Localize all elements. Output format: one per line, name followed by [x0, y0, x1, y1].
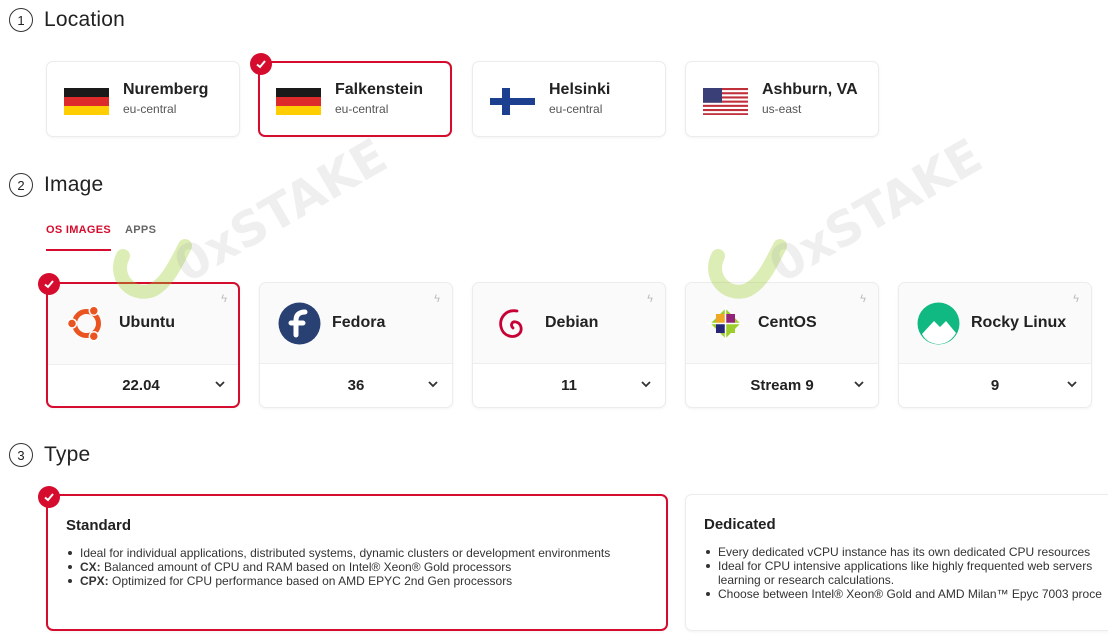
section-title: Image: [44, 173, 104, 196]
feature-item: Choose between Intel® Xeon® Gold and AMD…: [704, 587, 1102, 601]
image-card-centos[interactable]: CentOS ϟ Stream 9: [685, 282, 879, 408]
type-title: Standard: [66, 517, 132, 534]
bolt-icon: ϟ: [1073, 293, 1079, 305]
selected-check-icon: [38, 486, 60, 508]
section-location-header: 1 Location: [9, 8, 125, 32]
feature-item: Ideal for individual applications, distr…: [66, 546, 610, 560]
image-name: CentOS: [758, 314, 817, 331]
image-card-debian[interactable]: Debian ϟ 11: [472, 282, 666, 408]
feature-list: Every dedicated vCPU instance has its ow…: [704, 545, 1102, 601]
location-name: Nuremberg: [123, 81, 209, 98]
section-title: Location: [44, 8, 125, 31]
location-zone: eu-central: [549, 102, 603, 116]
location-name: Ashburn, VA: [762, 81, 858, 98]
location-card-falkenstein[interactable]: Falkenstein eu-central: [258, 61, 452, 137]
location-zone: us-east: [762, 102, 802, 116]
rocky-linux-logo-icon: [917, 302, 960, 345]
feature-item: Ideal for CPU intensive applications lik…: [704, 559, 1102, 573]
chevron-down-icon[interactable]: [1067, 381, 1077, 388]
location-card-nuremberg[interactable]: Nuremberg eu-central: [46, 61, 240, 137]
ubuntu-logo-icon: [66, 305, 101, 342]
tab-apps[interactable]: APPS: [125, 224, 156, 251]
location-name: Helsinki: [549, 81, 611, 98]
image-name: Debian: [545, 314, 599, 331]
fedora-logo-icon: [278, 302, 321, 345]
type-card-standard[interactable]: Standard Ideal for individual applicatio…: [46, 494, 668, 631]
type-card-dedicated[interactable]: Dedicated Every dedicated vCPU instance …: [685, 494, 1108, 631]
version-select[interactable]: 9: [899, 377, 1091, 394]
feature-list: Ideal for individual applications, distr…: [66, 546, 610, 588]
step-number: 2: [9, 173, 33, 197]
watermark-text: 0xSTAKE: [760, 127, 992, 294]
bolt-icon: ϟ: [221, 293, 227, 305]
feature-item-continued: learning or research calculations.: [718, 573, 895, 587]
image-card-rocky-linux[interactable]: Rocky Linux ϟ 9: [898, 282, 1092, 408]
selected-check-icon: [250, 53, 272, 75]
version-select[interactable]: 36: [260, 377, 452, 394]
bolt-icon: ϟ: [434, 293, 440, 305]
type-title: Dedicated: [704, 516, 776, 533]
image-name: Rocky Linux: [971, 314, 1067, 331]
tab-os-images[interactable]: OS IMAGES: [46, 224, 112, 251]
image-tabs: OS IMAGES APPS: [46, 224, 156, 251]
location-card-helsinki[interactable]: Helsinki eu-central: [472, 61, 666, 137]
location-zone: eu-central: [123, 102, 177, 116]
chevron-down-icon[interactable]: [215, 381, 225, 388]
watermark-text: 0xSTAKE: [165, 127, 397, 294]
bolt-icon: ϟ: [860, 293, 866, 305]
step-number: 3: [9, 443, 33, 467]
version-select[interactable]: Stream 9: [686, 377, 878, 394]
debian-logo-icon: [499, 309, 523, 338]
image-card-ubuntu[interactable]: Ubuntu ϟ 22.04: [46, 282, 240, 408]
chevron-down-icon[interactable]: [641, 381, 651, 388]
location-name: Falkenstein: [335, 81, 424, 98]
selected-check-icon: [38, 273, 60, 295]
feature-item: CX: Balanced amount of CPU and RAM based…: [66, 560, 610, 574]
location-zone: eu-central: [335, 102, 389, 116]
version-select[interactable]: 11: [473, 377, 665, 394]
chevron-down-icon[interactable]: [854, 381, 864, 388]
feature-item: CPX: Optimized for CPU performance based…: [66, 574, 610, 588]
centos-logo-icon: [707, 305, 744, 342]
us-flag-icon: [703, 88, 748, 115]
image-card-fedora[interactable]: Fedora ϟ 36: [259, 282, 453, 408]
image-name: Fedora: [332, 314, 386, 331]
bolt-icon: ϟ: [647, 293, 653, 305]
location-card-ashburn[interactable]: Ashburn, VA us-east: [685, 61, 879, 137]
version-select[interactable]: 22.04: [44, 377, 238, 394]
section-title: Type: [44, 443, 91, 466]
section-type-header: 3 Type: [9, 443, 90, 467]
section-image-header: 2 Image: [9, 173, 103, 197]
step-number: 1: [9, 8, 33, 32]
fi-flag-icon: [490, 88, 535, 115]
de-flag-icon: [276, 88, 321, 115]
chevron-down-icon[interactable]: [428, 381, 438, 388]
de-flag-icon: [64, 88, 109, 115]
feature-item: Every dedicated vCPU instance has its ow…: [704, 545, 1102, 559]
image-name: Ubuntu: [119, 314, 175, 331]
